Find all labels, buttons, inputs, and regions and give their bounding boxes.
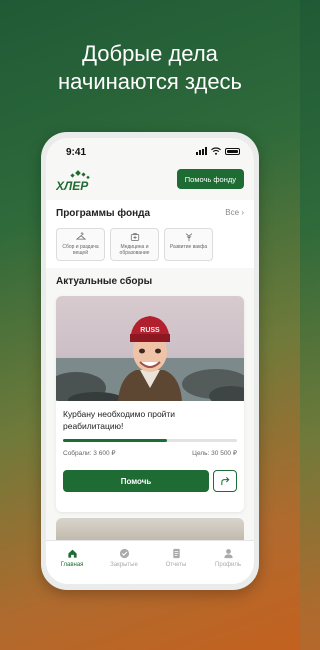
signal-icon xyxy=(196,147,207,155)
user-icon xyxy=(223,549,233,559)
promo-headline: Добрые дела начинаются здесь xyxy=(0,40,300,96)
programs-list: Сбор и раздача вещей Медицина и образова… xyxy=(56,228,213,261)
collected-amount: Собрали: 3 600 ₽ xyxy=(63,450,116,457)
programs-section: Программы фонда Все › Сбор и раздача вещ… xyxy=(46,200,254,268)
svg-text:ХЛЕР: ХЛЕР xyxy=(56,179,89,192)
svg-text:RUSS: RUSS xyxy=(140,327,160,334)
fundraiser-progress-bar xyxy=(63,439,237,442)
hanger-icon xyxy=(75,232,86,240)
fundraiser-photo: RUSS xyxy=(56,296,244,401)
check-circle-icon xyxy=(119,548,129,559)
fundraiser-card[interactable]: RUSS Курбану необходимо пройти реабилита… xyxy=(56,296,244,512)
status-time: 9:41 xyxy=(66,147,87,158)
tab-closed[interactable]: Закрытые xyxy=(98,541,150,584)
program-item-waqf[interactable]: Развитие вакфа xyxy=(164,228,213,261)
headline-line-1: Добрые дела xyxy=(82,41,218,66)
status-icons xyxy=(196,147,240,155)
tab-label: Отчеты xyxy=(165,562,187,568)
tab-label: Главная xyxy=(60,562,84,568)
fundraisers-title: Актуальные сборы xyxy=(56,276,153,287)
programs-title: Программы фонда xyxy=(56,208,151,219)
fundraiser-title: Курбану необходимо пройти реабилитацию! xyxy=(63,409,176,431)
chevron-right-icon: › xyxy=(241,208,244,217)
medical-icon xyxy=(130,233,139,241)
see-all-label: Все xyxy=(225,208,240,217)
status-bar: 9:41 xyxy=(46,138,254,164)
tab-label: Профиль xyxy=(215,562,241,568)
app-screen: 9:41 ХЛЕР Помочь фонду Программы фонда В… xyxy=(46,138,254,584)
tab-profile[interactable]: Профиль xyxy=(202,541,254,584)
app-header: ХЛЕР Помочь фонду xyxy=(46,168,254,196)
help-button[interactable]: Помочь xyxy=(63,470,209,492)
fundraiser-progress-fill xyxy=(63,439,168,442)
tab-reports[interactable]: Отчеты xyxy=(150,541,202,584)
program-item-clothes[interactable]: Сбор и раздача вещей xyxy=(56,228,105,261)
tab-home[interactable]: Главная xyxy=(46,541,98,584)
wifi-icon xyxy=(211,147,221,155)
goal-amount: Цель: 30 500 ₽ xyxy=(192,450,237,457)
document-icon xyxy=(172,548,180,559)
program-item-medicine[interactable]: Медицина и образование xyxy=(110,228,159,261)
help-foundation-button[interactable]: Помочь фонду xyxy=(176,169,244,189)
see-all-link[interactable]: Все › xyxy=(225,208,244,217)
battery-icon xyxy=(225,147,240,155)
share-button[interactable] xyxy=(213,470,237,492)
bottom-tabbar: Главная Закрытые Отчеты Профиль xyxy=(46,540,254,584)
program-label: Развитие вакфа xyxy=(169,244,208,250)
tree-icon xyxy=(185,233,192,242)
home-icon xyxy=(67,549,77,558)
program-label: Медицина и образование xyxy=(119,244,150,256)
program-label: Сбор и раздача вещей xyxy=(62,244,99,256)
tab-label: Закрытые xyxy=(110,562,138,568)
headline-line-2: начинаются здесь xyxy=(57,69,243,94)
foundation-logo: ХЛЕР xyxy=(56,170,90,192)
share-icon xyxy=(220,476,229,485)
